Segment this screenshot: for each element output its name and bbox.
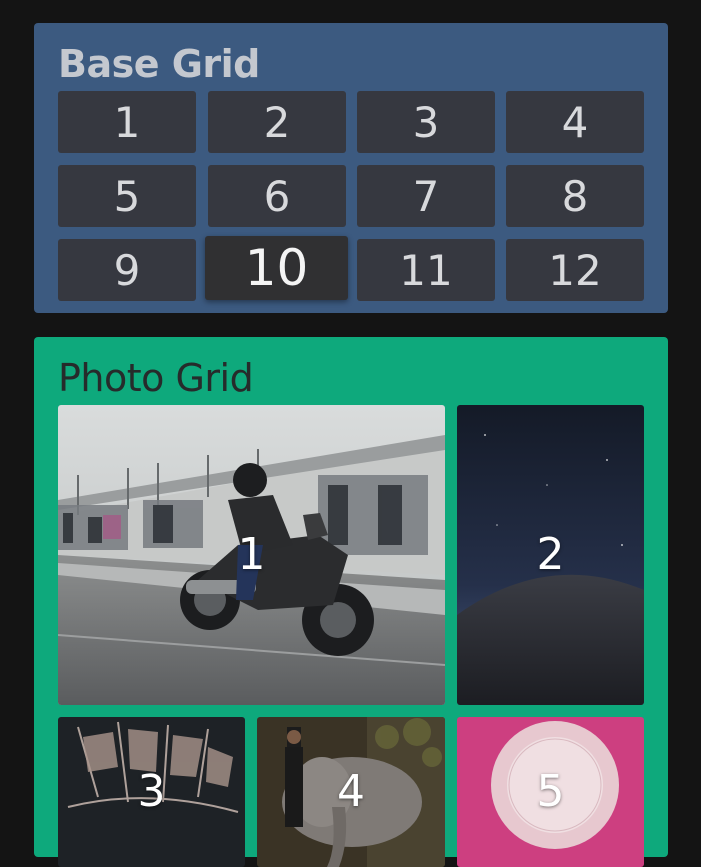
photo-tile-5[interactable]: 5 — [457, 717, 644, 867]
photo-label-4: 4 — [337, 766, 365, 817]
grid-cell-2[interactable]: 2 — [208, 91, 346, 153]
photo-label-3: 3 — [137, 766, 166, 817]
grid-cell-9[interactable]: 9 — [58, 239, 196, 301]
photo-label-5: 5 — [536, 766, 565, 817]
grid-cell-3[interactable]: 3 — [357, 91, 495, 153]
base-grid-panel: Base Grid 1 2 3 4 5 6 7 8 9 10 11 12 — [34, 23, 668, 313]
grid-cell-8[interactable]: 8 — [506, 165, 644, 227]
grid-cell-12[interactable]: 12 — [506, 239, 644, 301]
photo-tile-4[interactable]: 4 — [257, 717, 445, 867]
grid-cell-6[interactable]: 6 — [208, 165, 346, 227]
photo-grid-panel: Photo Grid 1 2 3 4 5 — [34, 337, 668, 867]
grid-cell-1[interactable]: 1 — [58, 91, 196, 153]
photo-label-1: 1 — [237, 529, 266, 580]
grid-cell-7[interactable]: 7 — [357, 165, 495, 227]
photo-tile-2[interactable]: 2 — [457, 405, 644, 705]
photo-grid-title: Photo Grid — [58, 356, 254, 400]
grid-cell-5[interactable]: 5 — [58, 165, 196, 227]
grid-cell-4[interactable]: 4 — [506, 91, 644, 153]
grid-cell-11[interactable]: 11 — [357, 239, 495, 301]
photo-label-2: 2 — [536, 529, 565, 580]
photo-tile-3[interactable]: 3 — [58, 717, 245, 867]
base-grid-title: Base Grid — [58, 42, 260, 86]
photo-tile-1[interactable]: 1 — [58, 405, 445, 705]
grid-cell-10-active[interactable]: 10 — [205, 236, 348, 300]
